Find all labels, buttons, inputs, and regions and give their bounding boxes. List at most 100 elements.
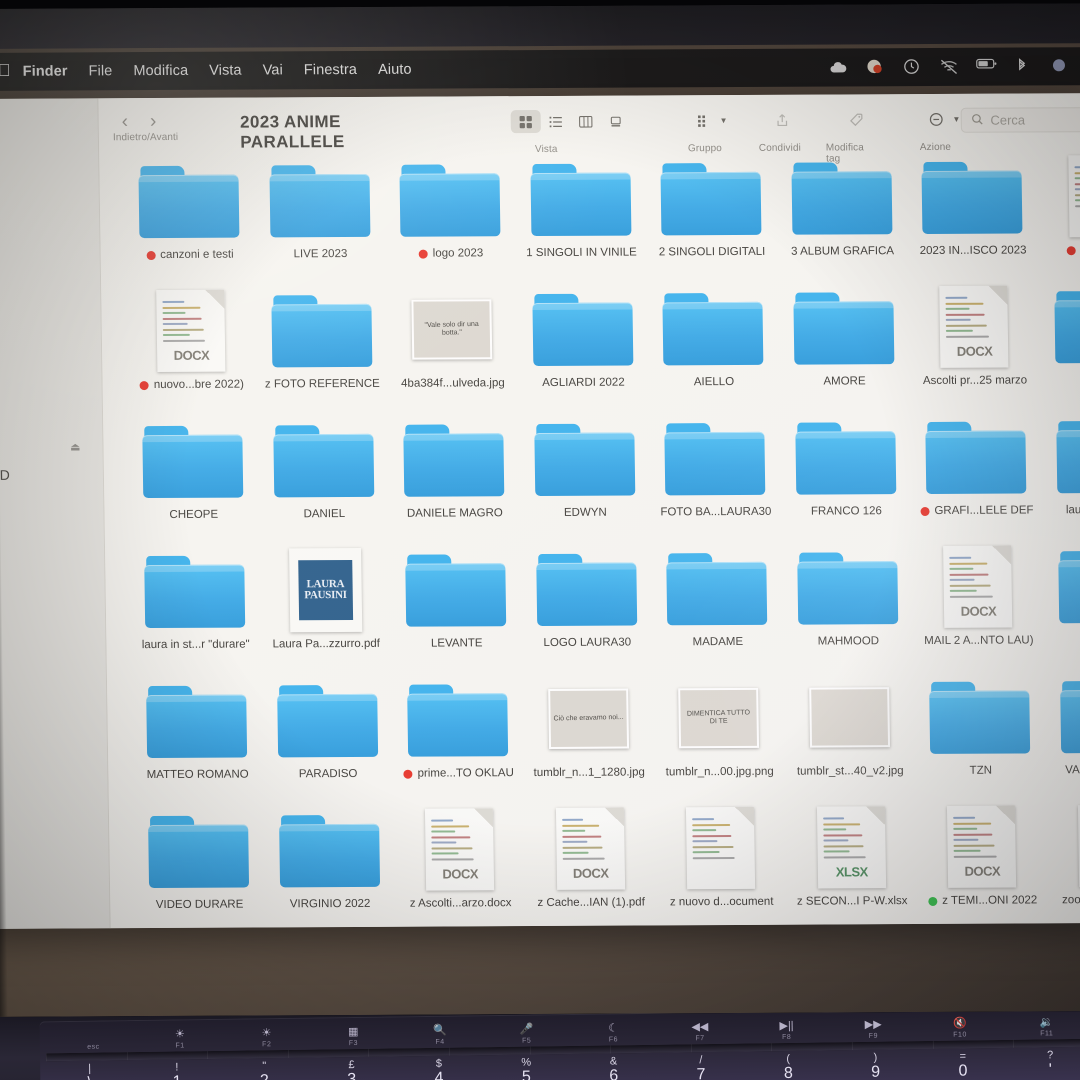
- list-view-icon[interactable]: [540, 110, 570, 133]
- key-\[interactable]: |\: [46, 1062, 134, 1080]
- file-item[interactable]: XLSX z SECON...I P-W.xlsx: [785, 801, 917, 929]
- file-item[interactable]: FOTO BA...LAURA30: [649, 412, 781, 543]
- file-icon-grid[interactable]: canzoni e testi LIVE 2023 logo 2023 1 SINGO…: [99, 148, 1080, 930]
- chevron-down-icon[interactable]: ▼: [952, 115, 960, 124]
- file-item[interactable]: DOCX z Cache...IAN (1).pdf: [524, 802, 656, 929]
- file-item[interactable]: 2023 IN...ISCO 2023: [906, 150, 1038, 281]
- sidebar-item-macintosh-hd[interactable]: Macintosh HD: [0, 460, 103, 488]
- file-item[interactable]: z nuovo d...ocument: [655, 802, 787, 930]
- file-item[interactable]: Ciò che eravamo noi... tumblr_n...1_1280.…: [522, 672, 654, 803]
- file-item[interactable]: tumblr_st...40_v2.jpg: [784, 671, 916, 802]
- file-item[interactable]: MADAME: [651, 542, 783, 673]
- menu-item-finestra[interactable]: Finestra: [304, 62, 357, 78]
- file-item[interactable]: LOGO LAURA30: [521, 542, 653, 673]
- wifi-off-icon[interactable]: [939, 57, 959, 77]
- gallery-view-icon[interactable]: [600, 110, 630, 133]
- file-item[interactable]: "Vale solo dir una botta." 4ba384f...ulve…: [386, 283, 518, 414]
- key-6[interactable]: & 6: [570, 1055, 658, 1080]
- file-item[interactable]: AMORE: [778, 281, 910, 412]
- file-item[interactable]: canzoni e testi: [123, 155, 255, 286]
- file-item[interactable]: prime...TO OKLAU: [392, 673, 524, 804]
- file-item[interactable]: z FOTO REFERENCE: [256, 284, 388, 415]
- key-3[interactable]: £3: [308, 1058, 396, 1080]
- search-input[interactable]: Cerca Cerca: [960, 106, 1080, 133]
- sidebar-item-download[interactable]: Download: [0, 182, 99, 210]
- file-item[interactable]: DOCX z Ascolti...arzo.docx: [394, 803, 526, 929]
- menu-item-vista[interactable]: Vista: [209, 63, 242, 79]
- sidebar-body[interactable]: PreferitiDocumentiDownloadRecentiAirDrop…: [0, 124, 104, 519]
- group-button[interactable]: ▼ Gruppo: [688, 109, 728, 154]
- menu-item-file[interactable]: File: [89, 63, 113, 79]
- share-button[interactable]: Condividi: [759, 109, 801, 154]
- file-item[interactable]: 1 SINGOLI IN VINILE: [515, 152, 647, 283]
- chevron-left-icon[interactable]: ‹: [113, 111, 138, 132]
- file-item[interactable]: DOCX z TEMI...ONI 2022: [916, 800, 1048, 929]
- icon-view-icon[interactable]: [510, 110, 541, 134]
- file-item[interactable]: VANESA MARTIN: [1045, 670, 1080, 801]
- menu-item-aiuto[interactable]: Aiuto: [378, 62, 412, 78]
- file-item[interactable]: GRAFI...LELE DEF: [910, 410, 1042, 541]
- sidebar-item-recenti[interactable]: Recenti: [0, 209, 99, 237]
- tag-icon[interactable]: [841, 108, 871, 131]
- file-item[interactable]: AIELLO: [647, 282, 779, 413]
- key-9[interactable]: ) 9: [832, 1051, 920, 1080]
- action-icon[interactable]: [921, 108, 951, 131]
- file-item[interactable]: 2 SINGOLI DIGITALI: [645, 152, 777, 283]
- app-badge-icon[interactable]: [865, 57, 885, 77]
- group-icon[interactable]: [688, 109, 718, 132]
- file-item[interactable]: TZN: [914, 670, 1046, 801]
- menu-item-finder[interactable]: Finder: [23, 63, 68, 79]
- menu-bar-status-icons[interactable]: [828, 56, 1074, 77]
- column-view-icon[interactable]: [570, 110, 600, 133]
- chevron-right-icon[interactable]: ›: [141, 111, 166, 132]
- file-item[interactable]: DOCX Ascolti pr...25 marzo: [908, 280, 1040, 411]
- control-center-icon[interactable]: [902, 57, 922, 77]
- file-item[interactable]: FRANCO 126: [780, 411, 912, 542]
- file-item[interactable]: MAHMOOD: [782, 541, 914, 672]
- eject-icon[interactable]: ⏏: [70, 440, 93, 453]
- finder-window[interactable]: PreferitiDocumentiDownloadRecentiAirDrop…: [0, 93, 1080, 930]
- key-'[interactable]: ? ': [1006, 1049, 1080, 1078]
- sidebar-item-onedrive[interactable]: OneDrive: [0, 406, 102, 434]
- action-button[interactable]: ▼ Azione: [920, 108, 960, 153]
- file-item[interactable]: CHEOPE: [127, 414, 259, 545]
- key-5[interactable]: % 5: [482, 1056, 570, 1080]
- file-item[interactable]: LAURA PAUSINI Laura Pa...zzurro.pdf: [260, 544, 392, 675]
- key-0[interactable]: = 0: [919, 1050, 1007, 1079]
- file-item[interactable]: BIAGIO: [1039, 280, 1080, 411]
- key-2[interactable]: "2: [220, 1060, 308, 1080]
- file-item[interactable]: DANIELE MAGRO: [388, 413, 520, 544]
- file-item[interactable]: DANIEL: [258, 414, 390, 545]
- file-item[interactable]: DOCX nuovo...bre 2022): [125, 285, 257, 416]
- sidebar-item-documenti[interactable]: Documenti: [0, 155, 99, 183]
- finder-toolbar[interactable]: ‹ › Indietro/Avanti 2023 ANIME PARALLELE: [98, 93, 1080, 165]
- file-item[interactable]: DIMENTICA TUTTO DI TE tumblr_n...00.jpg.p…: [653, 672, 785, 803]
- sidebar-item-nuovo[interactable]: NUOVO...⏏: [0, 433, 103, 461]
- battery-icon[interactable]: [976, 57, 997, 77]
- sidebar-item-applicazioni[interactable]: Applicazioni: [0, 263, 100, 291]
- file-item[interactable]: EDWYN: [519, 412, 651, 543]
- cloud-icon[interactable]: [828, 57, 848, 77]
- share-icon[interactable]: [767, 109, 797, 132]
- menu-item-vai[interactable]: Vai: [263, 62, 283, 78]
- bluetooth-icon[interactable]: [1013, 56, 1033, 76]
- file-item[interactable]: VIRGINIO 2022: [263, 804, 395, 930]
- file-item[interactable]: 3 ALBUM GRAFICA: [776, 151, 908, 282]
- nav-buttons[interactable]: ‹ › Indietro/Avanti: [113, 111, 211, 143]
- file-item[interactable]: logo 2023: [384, 153, 516, 284]
- file-item[interactable]: DOCX MAIL...NTO: [1037, 150, 1080, 281]
- apple-icon[interactable]: : [0, 61, 11, 81]
- file-item[interactable]: laura e pa...natu: [1041, 410, 1080, 541]
- file-item[interactable]: VIDEO DURARE: [133, 804, 265, 929]
- key-8[interactable]: (8: [744, 1052, 832, 1080]
- view-switcher[interactable]: Vista: [510, 110, 630, 155]
- file-item[interactable]: PARADISO: [261, 674, 393, 805]
- sidebar-item-airdrop[interactable]: AirDrop: [0, 236, 100, 264]
- file-item[interactable]: MATTEO ROMANO: [131, 674, 263, 805]
- menu-item-modifica[interactable]: Modifica: [133, 63, 188, 79]
- menu-bar[interactable]:  Finder File Modifica Vista Vai Finestr…: [0, 47, 1080, 91]
- file-item[interactable]: DOCX MAIL 2 A...NTO LAU): [912, 540, 1044, 671]
- file-item[interactable]: AGLIARDI 2022: [517, 282, 649, 413]
- chevron-down-icon[interactable]: ▼: [719, 116, 727, 125]
- key-4[interactable]: $4: [395, 1057, 483, 1080]
